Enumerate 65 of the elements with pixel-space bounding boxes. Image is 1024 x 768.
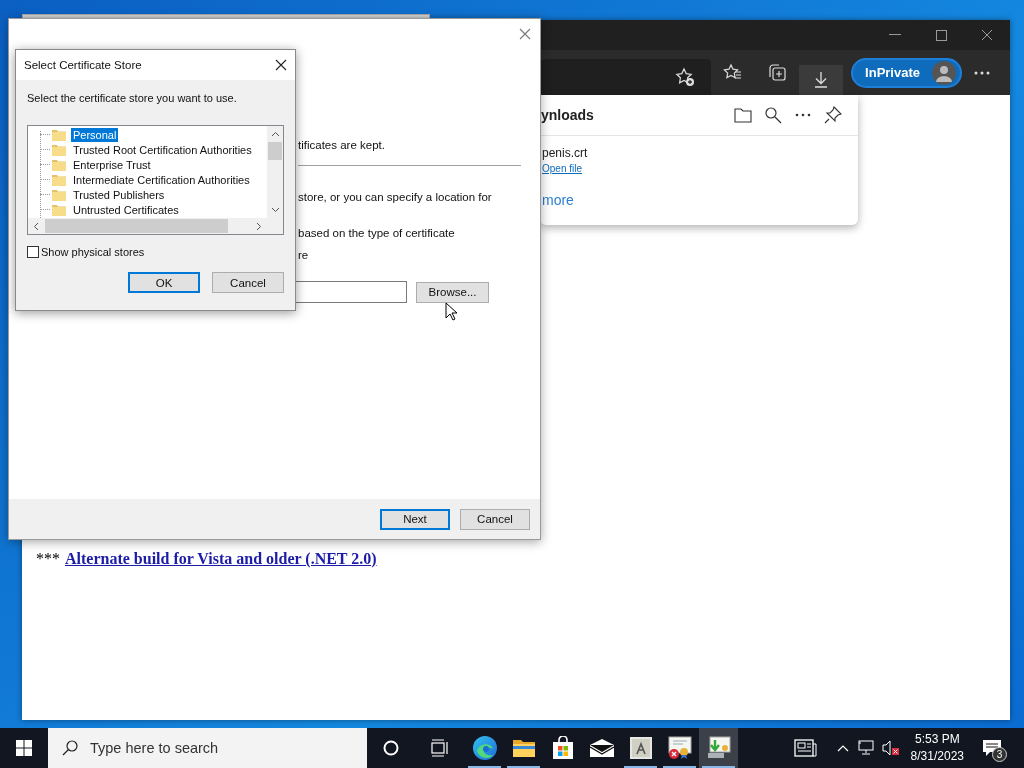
see-more-link[interactable]: more [542, 192, 574, 208]
more-icon[interactable] [794, 113, 812, 117]
tree-item[interactable]: Personal [71, 127, 119, 142]
search-icon[interactable] [764, 106, 782, 124]
avatar-icon [932, 60, 956, 85]
prompt-text: Select the certificate store you want to use. [27, 92, 238, 104]
cursor-icon [445, 302, 457, 321]
circle-icon [383, 740, 399, 756]
tree-item[interactable]: Trusted Root Certification Authorities [71, 142, 254, 157]
folder-icon [52, 143, 66, 156]
app-icon [628, 736, 653, 760]
windows-icon [16, 740, 32, 756]
maximize-icon[interactable] [935, 29, 947, 41]
folder-icon [511, 737, 536, 759]
tree-item[interactable]: Trusted Publishers [71, 187, 167, 202]
browse-button[interactable]: Browse... [416, 281, 489, 303]
tree-item[interactable]: Enterprise Trust [71, 157, 153, 172]
scrollbar-thumb[interactable] [45, 219, 228, 233]
next-button[interactable]: Next [380, 508, 450, 530]
checkbox[interactable] [27, 246, 39, 258]
close-icon[interactable] [981, 29, 993, 41]
vertical-scrollbar[interactable] [267, 126, 283, 218]
cancel-button[interactable]: Cancel [212, 272, 284, 293]
browser-icon [471, 735, 498, 761]
certificate-install-icon [705, 736, 732, 760]
inprivate-button[interactable]: InPrivate [851, 57, 962, 88]
description-text: store, or you can specify a location for [298, 191, 493, 203]
folder-icon [52, 158, 66, 171]
clock[interactable]: 5:53 PM 8/31/2023 [902, 731, 972, 765]
notification-count: 3 [992, 747, 1007, 762]
download-link[interactable]: Alternate build for Vista and older (.NET 2.0) [65, 550, 377, 568]
shopping-bag-icon [550, 736, 575, 760]
cancel-button[interactable]: Cancel [460, 508, 530, 530]
folder-icon [52, 173, 66, 186]
link-prefix: *** [36, 550, 60, 568]
collections-icon [767, 62, 788, 83]
search-field[interactable]: Type here to search [48, 728, 367, 768]
certificate-error-icon [666, 736, 693, 760]
option-label: re [298, 249, 310, 261]
folder-icon [52, 128, 66, 141]
horizontal-scrollbar[interactable] [28, 218, 267, 234]
folder-icon[interactable] [734, 107, 752, 123]
folder-icon [52, 203, 66, 216]
tree-item[interactable]: Untrusted Certificates [71, 202, 181, 217]
downloads-button[interactable] [799, 65, 844, 95]
pin-icon[interactable] [824, 106, 842, 124]
checkbox-label: Show physical stores [41, 246, 145, 258]
envelope-icon [588, 738, 615, 758]
description-text: tificates are kept. [298, 139, 386, 151]
add-favorite-icon [675, 67, 696, 87]
minimize-icon[interactable] [889, 34, 901, 36]
notifications-button[interactable]: 3 [972, 728, 1012, 768]
close-icon[interactable] [275, 59, 287, 71]
open-file-link[interactable]: Open file [542, 163, 583, 174]
folder-icon [52, 188, 66, 201]
panel-title: ynloads [541, 107, 595, 123]
dialog-title: Select Certificate Store [24, 59, 142, 71]
scrollbar-thumb[interactable] [268, 142, 282, 160]
task-view-icon [431, 739, 449, 757]
option-label: based on the type of certificate [298, 227, 456, 239]
ok-button[interactable]: OK [128, 272, 200, 293]
tree-item[interactable]: Intermediate Certification Authorities [71, 172, 252, 187]
search-icon [62, 740, 78, 756]
taskbar-app-button[interactable] [699, 728, 738, 768]
file-name: penis.crt [542, 146, 588, 160]
